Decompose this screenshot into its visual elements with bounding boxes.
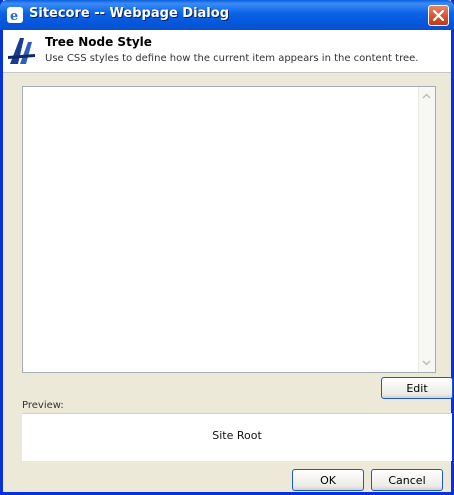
dialog-subtitle: Use CSS styles to define how the current… (45, 53, 419, 64)
sitecore-logo-icon (8, 38, 35, 64)
edit-button[interactable]: Edit (381, 377, 453, 399)
chevron-up-icon (422, 93, 431, 99)
scroll-down-button[interactable] (419, 355, 434, 371)
preview-text: Site Root (212, 429, 262, 442)
close-icon (433, 10, 444, 21)
close-button[interactable] (428, 5, 449, 26)
preview-label: Preview: (22, 400, 64, 411)
dialog-title: Tree Node Style (45, 35, 152, 49)
scroll-up-button[interactable] (419, 88, 434, 104)
ie-icon: e (7, 7, 23, 23)
dialog-window: e Sitecore -- Webpage Dialog Tree Node S… (0, 0, 454, 495)
preview-box: Site Root (22, 413, 452, 461)
title-bar[interactable]: e Sitecore -- Webpage Dialog (0, 0, 454, 30)
svg-text:e: e (10, 9, 18, 22)
ok-button[interactable]: OK (292, 469, 364, 491)
dialog-header: Tree Node Style Use CSS styles to define… (3, 30, 451, 73)
vertical-scrollbar[interactable] (418, 87, 435, 372)
cancel-button[interactable]: Cancel (371, 469, 443, 491)
css-style-textarea[interactable] (22, 86, 436, 373)
chevron-down-icon (422, 360, 431, 366)
window-title: Sitecore -- Webpage Dialog (29, 6, 229, 21)
